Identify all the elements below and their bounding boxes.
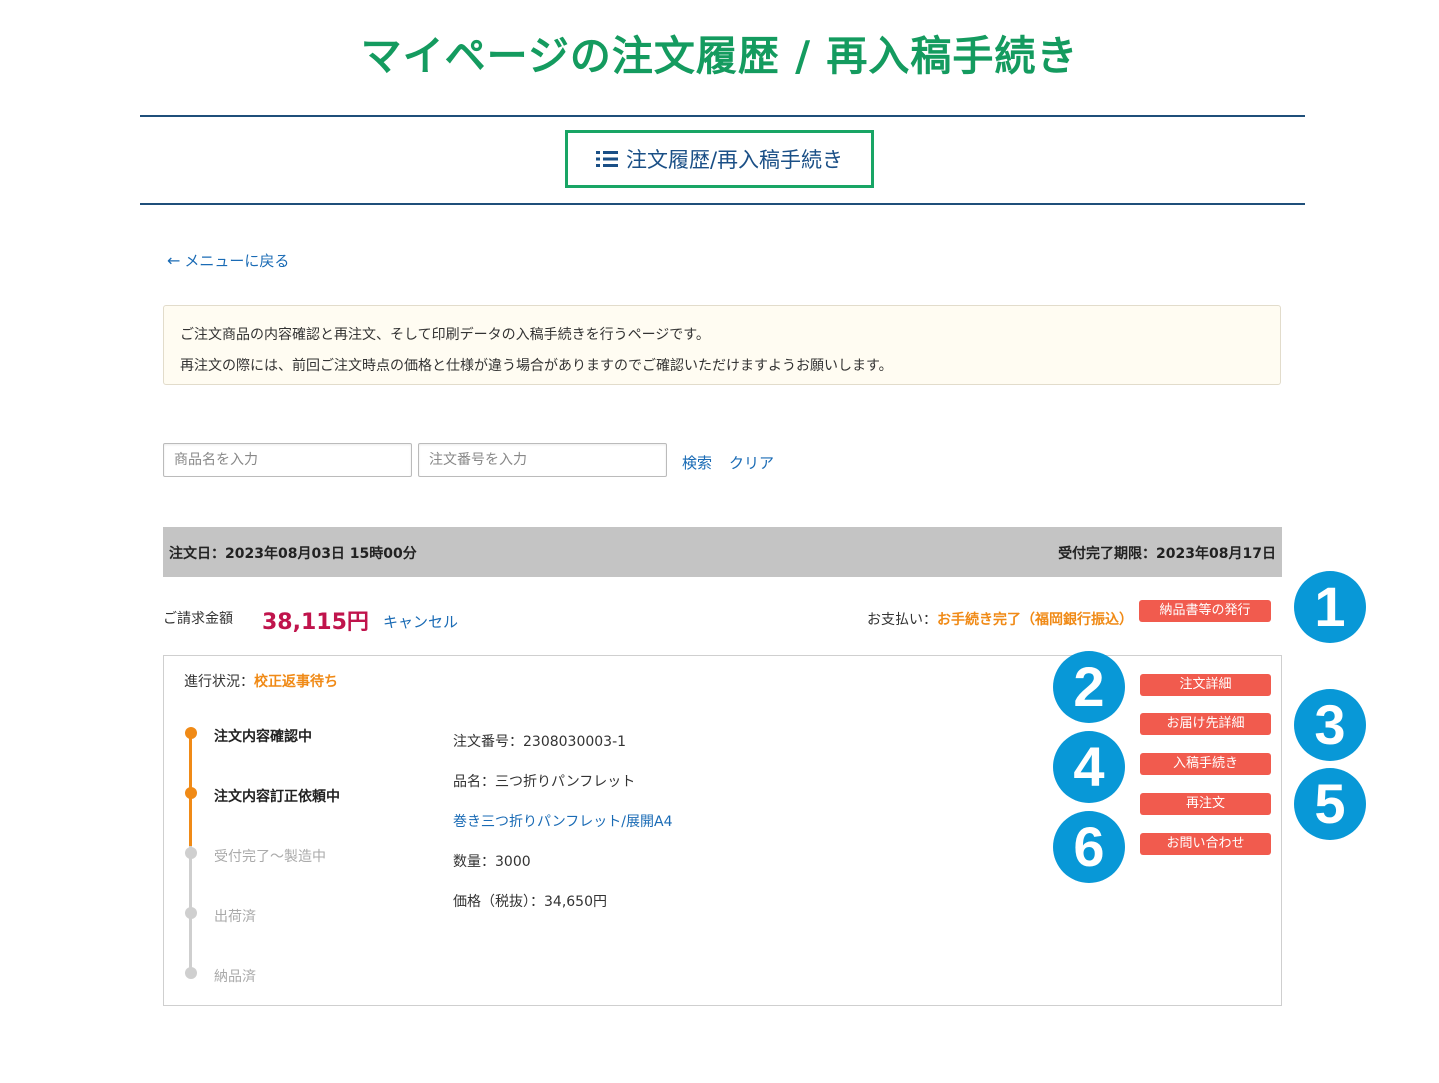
price: 価格（税抜）：34,650円 [453,894,607,910]
progress-status: 進行状況：校正返事待ち [184,671,338,691]
section-title-text: 注文履歴/再入稿手続き [625,148,844,172]
badge-1: 1 [1294,571,1366,643]
badge-5: 5 [1294,768,1366,840]
product-name-input[interactable] [163,443,412,477]
timeline-dot [185,967,197,979]
inquiry-button[interactable]: お問い合わせ [1140,833,1271,855]
badge-3: 3 [1294,689,1366,761]
payment-status-value: お手続き完了（福岡銀行振込） [937,612,1133,628]
bottom-divider [140,203,1305,205]
badge-4: 4 [1053,731,1125,803]
order-deadline: 受付完了期限：2023年08月17日 [1058,546,1276,562]
order-detail-button[interactable]: 注文詳細 [1140,674,1271,696]
step-4: 出荷済 [214,909,256,925]
step-2: 注文内容訂正依頼中 [214,789,340,805]
payment-status: お支払い：お手続き完了（福岡銀行振込） [867,609,1133,629]
back-to-menu-link[interactable]: ← メニューに戻る [167,250,289,271]
order-header: 注文日：2023年08月03日 15時00分 受付完了期限：2023年08月17… [163,527,1282,577]
progress-value: 校正返事待ち [254,674,338,690]
page-heading: マイページの注文履歴 / 再入稿手続き [360,32,1079,80]
quantity: 数量：3000 [453,854,531,870]
search-link[interactable]: 検索 [682,452,712,473]
order-date: 注文日：2023年08月03日 15時00分 [169,546,417,562]
product-link[interactable]: 巻き三つ折りパンフレット/展開A4 [453,811,672,831]
back-link-text: メニューに戻る [184,252,290,270]
arrow-left-icon: ← [167,251,181,270]
notice-box: ご注文商品の内容確認と再注文、そして印刷データの入稿手続きを行うページです。 再… [163,305,1281,385]
list-icon [595,151,618,167]
progress-label: 進行状況： [184,674,254,690]
cancel-link[interactable]: キャンセル [383,611,458,632]
bill-amount: 38,115円 [262,610,369,635]
section-title: 注文履歴/再入稿手続き [565,130,874,188]
notice-line-2: 再注文の際には、前回ご注文時点の価格と仕様が違う場合がありますのでご確認いただけ… [180,358,893,374]
timeline-dot [185,847,197,859]
payment-label: お支払い： [867,612,937,628]
timeline-dot [185,907,197,919]
order-number-input[interactable] [418,443,667,477]
bill-label: ご請求金額 [163,611,233,627]
step-5: 納品済 [214,969,256,985]
step-3: 受付完了～製造中 [214,849,326,865]
top-divider [140,115,1305,117]
timeline-dot [185,787,197,799]
reorder-button[interactable]: 再注文 [1140,793,1271,815]
product-name: 品名：三つ折りパンフレット [453,774,636,790]
notice-line-1: ご注文商品の内容確認と再注文、そして印刷データの入稿手続きを行うページです。 [180,327,710,343]
clear-link[interactable]: クリア [729,452,774,473]
delivery-detail-button[interactable]: お届け先詳細 [1140,713,1271,735]
badge-2: 2 [1053,651,1125,723]
order-number: 注文番号：2308030003-1 [453,734,627,750]
submit-data-button[interactable]: 入稿手続き [1140,753,1271,775]
issue-invoice-button[interactable]: 納品書等の発行 [1139,600,1271,622]
badge-6: 6 [1053,811,1125,883]
timeline-dot [185,727,197,739]
step-1: 注文内容確認中 [214,729,312,745]
